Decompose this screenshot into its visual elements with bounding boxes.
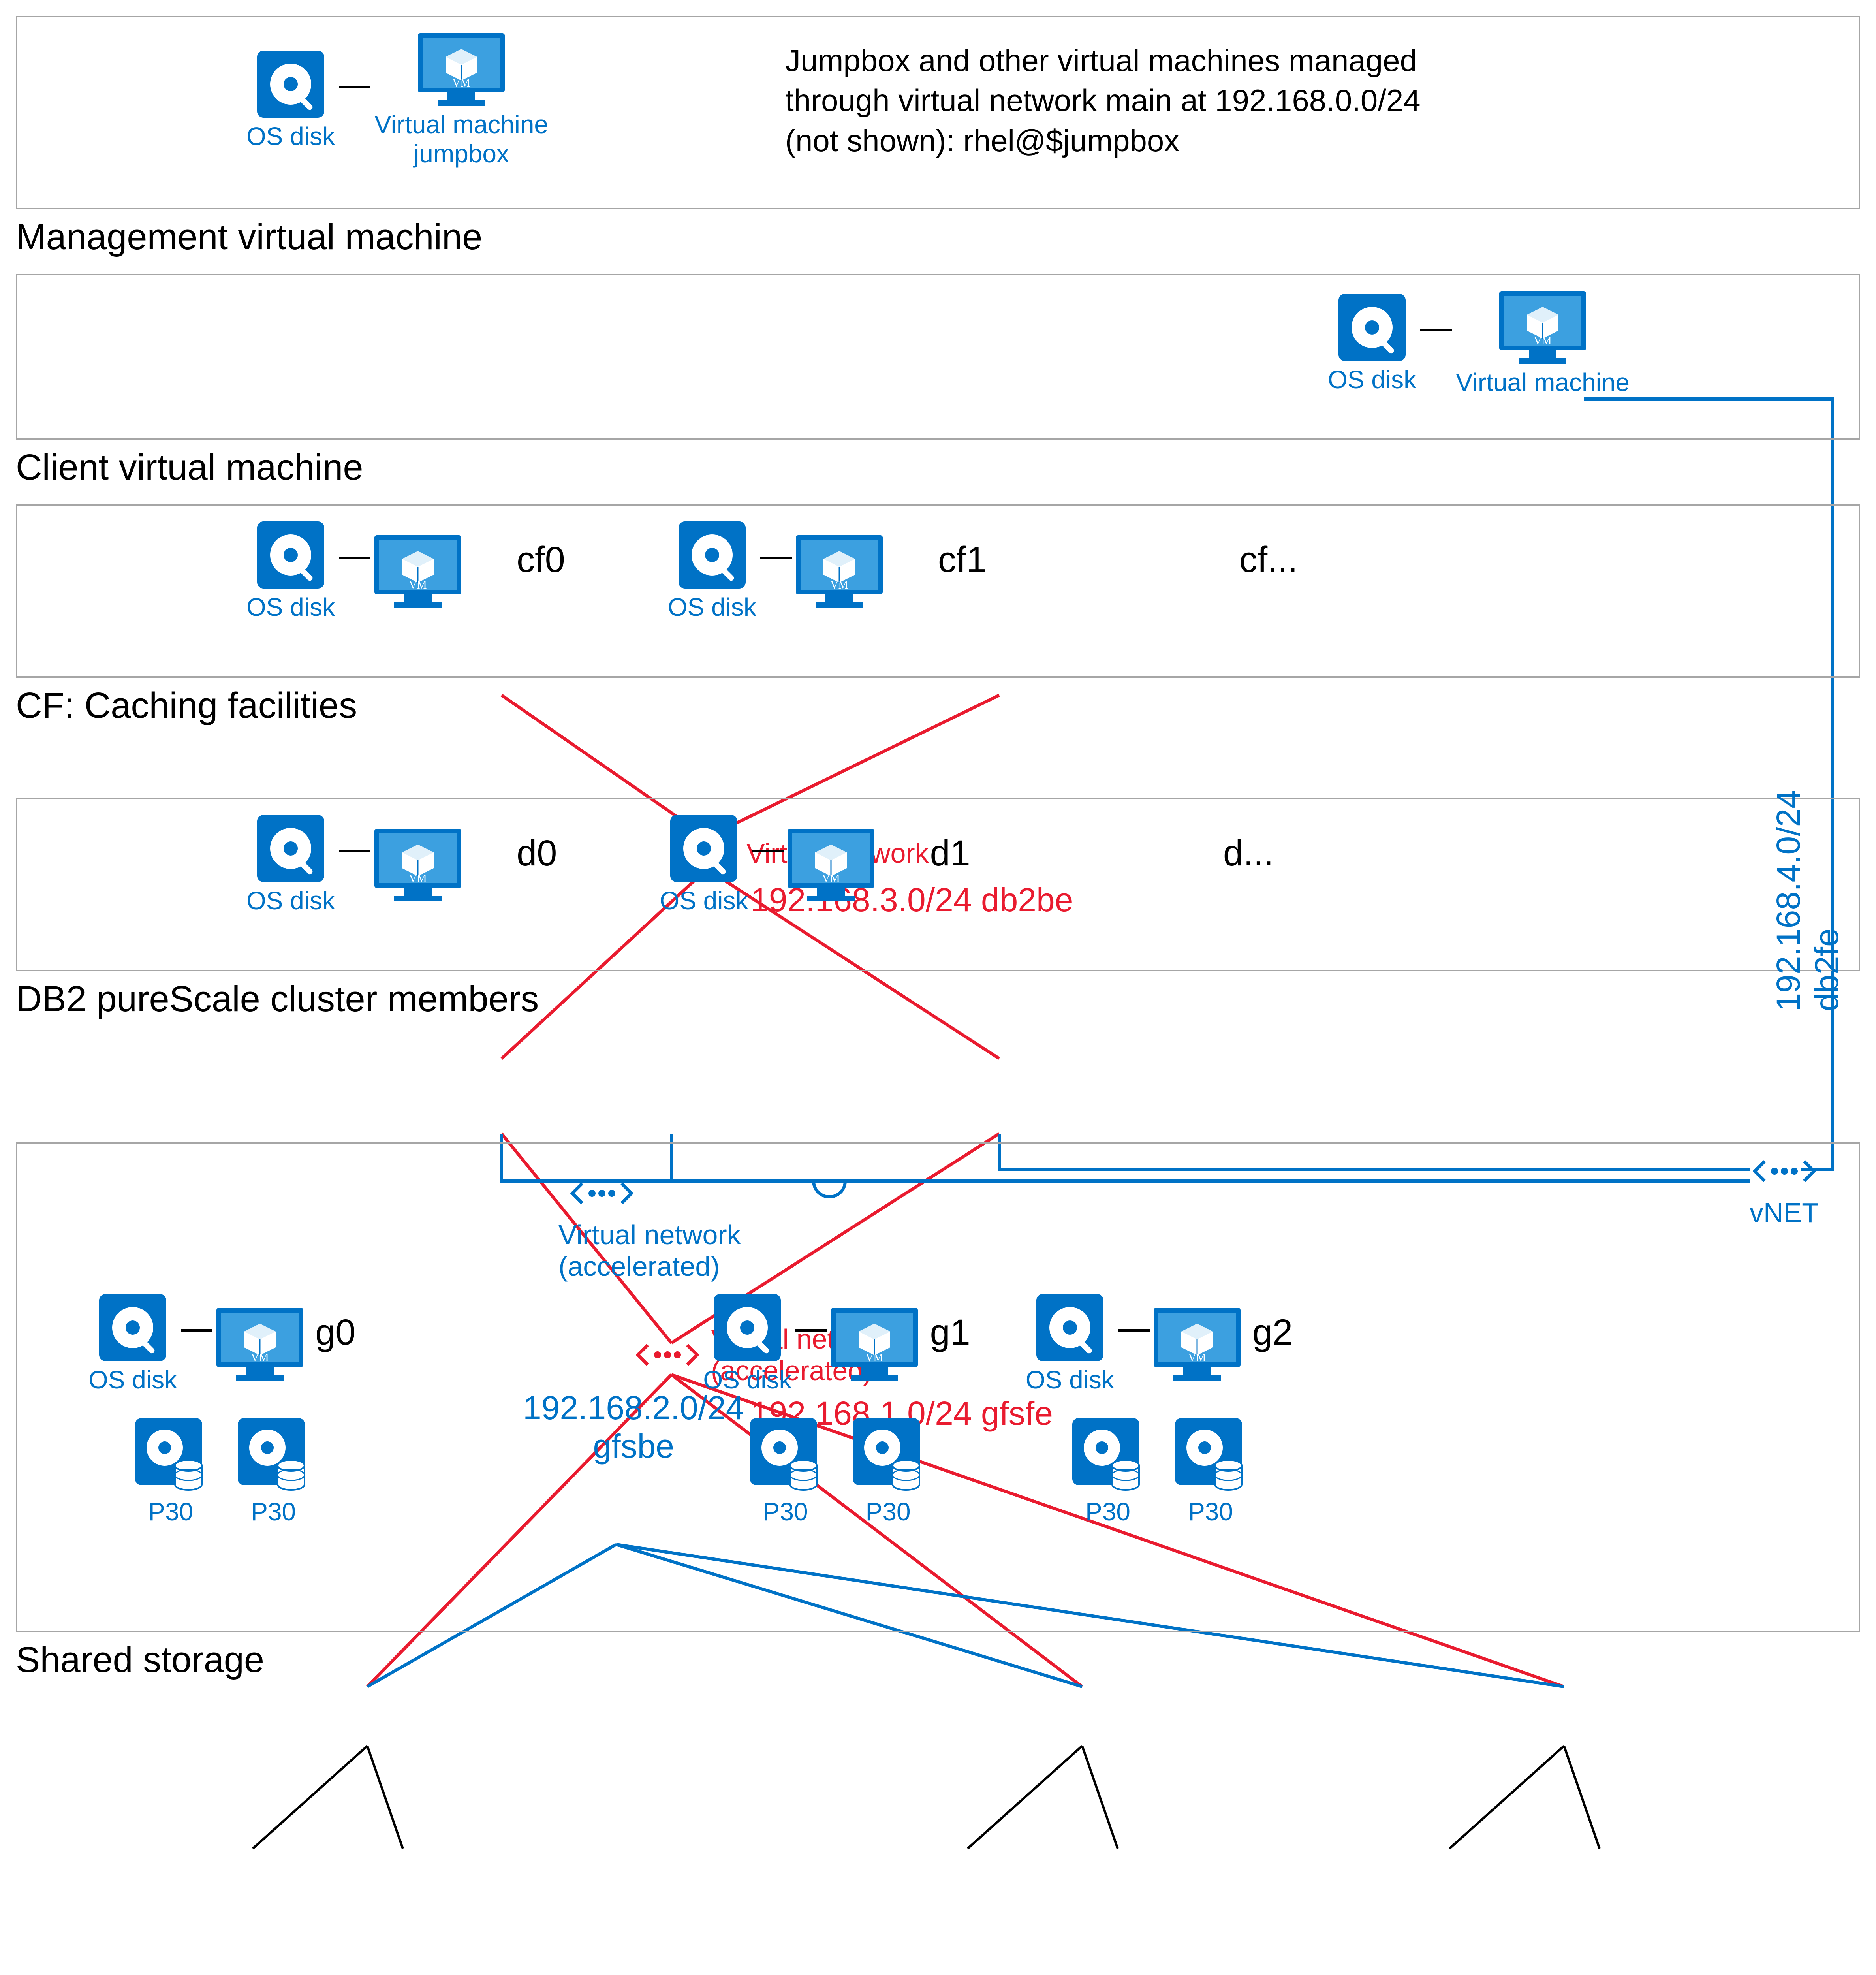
vm-icon (831, 1308, 918, 1381)
os-disk-g2: OS disk (1026, 1294, 1114, 1394)
vnet-gfsbe (570, 1168, 633, 1219)
os-disk-client: OS disk (1328, 294, 1416, 394)
vm-jumpbox: Virtual machine jumpbox (374, 33, 548, 168)
p30-g0-2: P30 (238, 1418, 309, 1526)
vm-client: Virtual machine (1456, 291, 1630, 397)
client-title: Client virtual machine (16, 447, 1860, 488)
label-d0: d0 (517, 833, 557, 874)
os-disk-cf1: OS disk (668, 521, 756, 622)
vm-icon (1154, 1308, 1241, 1381)
label-d1: d1 (930, 833, 970, 874)
p30-g1-2: P30 (853, 1418, 924, 1526)
vnet-db2fe-subnet: 192.168.4.0/24 db2fe (1769, 790, 1846, 1012)
db2-section: OS disk d0 OS disk d1 d... (16, 798, 1860, 971)
link-line (339, 86, 370, 88)
label-dmore: d... (1223, 833, 1274, 874)
management-section: OS disk Virtual machine jumpbox Jumpbox … (16, 16, 1860, 209)
vm-icon (1499, 291, 1586, 364)
label-cf1: cf1 (938, 539, 987, 581)
vm-icon (418, 33, 505, 106)
vm-g1 (831, 1308, 918, 1381)
p30-g2-2: P30 (1175, 1418, 1246, 1526)
vm-label: Virtual machine (1456, 368, 1630, 397)
vnet-gfsbe-label: Virtual network (accelerated) (558, 1219, 741, 1282)
os-disk-cf0: OS disk (246, 521, 335, 622)
vm-g2 (1154, 1308, 1241, 1381)
p30-icon (1072, 1418, 1143, 1493)
disk-icon (1036, 1294, 1103, 1361)
os-disk-d0: OS disk (246, 815, 335, 915)
link-line (1420, 329, 1452, 331)
vm-cf0 (374, 535, 461, 608)
p30-icon (853, 1418, 924, 1493)
os-disk-g0: OS disk (88, 1294, 177, 1394)
p30-g0-1: P30 (135, 1418, 206, 1526)
disk-icon (257, 521, 324, 589)
client-section: OS disk Virtual machine (16, 274, 1860, 440)
cf-title: CF: Caching facilities (16, 685, 1860, 726)
vm-icon (796, 535, 883, 608)
disk-icon (257, 51, 324, 118)
cf-section: OS disk cf0 OS disk cf1 cf... (16, 504, 1860, 678)
disk-icon (679, 521, 746, 589)
vm-d0 (374, 829, 461, 901)
storage-g2: OS disk g2 P30 P30 (1026, 1294, 1293, 1526)
disk-icon (714, 1294, 781, 1361)
label-g1: g1 (930, 1312, 970, 1353)
label-cf0: cf0 (517, 539, 565, 581)
storage-g0: OS disk g0 P30 P30 (88, 1294, 355, 1526)
storage-title: Shared storage (16, 1639, 1860, 1681)
label-cfmore: cf... (1239, 539, 1298, 581)
vm-g0 (216, 1308, 303, 1381)
os-disk-label: OS disk (1328, 365, 1416, 394)
p30-icon (135, 1418, 206, 1493)
storage-g1: OS disk g1 P30 P30 (703, 1294, 970, 1526)
p30-icon (1175, 1418, 1246, 1493)
p30-g1-1: P30 (750, 1418, 821, 1526)
os-disk-g1: OS disk (703, 1294, 791, 1394)
disk-icon (99, 1294, 166, 1361)
label-g2: g2 (1252, 1312, 1293, 1353)
disk-icon (257, 815, 324, 882)
vm-icon (788, 829, 874, 901)
os-disk-mgmt: OS disk (246, 51, 335, 151)
vnet-icon (570, 1168, 633, 1219)
management-title: Management virtual machine (16, 216, 1860, 258)
disk-icon (670, 815, 737, 882)
os-disk-label: OS disk (246, 122, 335, 151)
vm-icon (374, 535, 461, 608)
storage-section: Virtual network (accelerated) 192.168.2.… (16, 1142, 1860, 1632)
vm-d1 (788, 829, 874, 901)
p30-g2-1: P30 (1072, 1418, 1143, 1526)
vm-icon (216, 1308, 303, 1381)
label-g0: g0 (315, 1312, 355, 1353)
note-text: Jumpbox and other virtual machines manag… (785, 41, 1457, 161)
vm-jumpbox-label: Virtual machine jumpbox (374, 110, 548, 168)
disk-icon (1338, 294, 1406, 361)
os-disk-d1: OS disk (660, 815, 748, 915)
vm-cf1 (796, 535, 883, 608)
db2-title: DB2 pureScale cluster members (16, 978, 1860, 1020)
vm-icon (374, 829, 461, 901)
p30-icon (238, 1418, 309, 1493)
p30-icon (750, 1418, 821, 1493)
